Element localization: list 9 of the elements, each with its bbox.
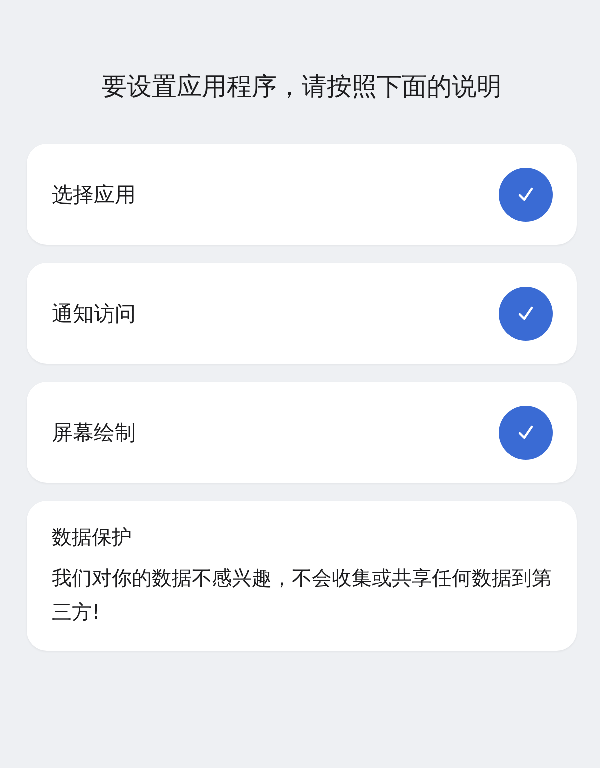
step-card[interactable]: 通知访问: [27, 263, 577, 364]
step-label: 屏幕绘制: [52, 420, 136, 446]
step-label: 通知访问: [52, 300, 136, 328]
instructions-heading: 要设置应用程序，请按照下面的说明: [101, 71, 503, 103]
info-title: 数据保护: [52, 524, 132, 550]
step-card[interactable]: 屏幕绘制: [27, 382, 577, 483]
step-label: 选择应用: [52, 182, 136, 208]
step-card[interactable]: 选择应用: [27, 144, 577, 245]
info-text: 我们对你的数据不感兴趣，不会收集或共享任何数据到第三方!: [52, 564, 553, 626]
